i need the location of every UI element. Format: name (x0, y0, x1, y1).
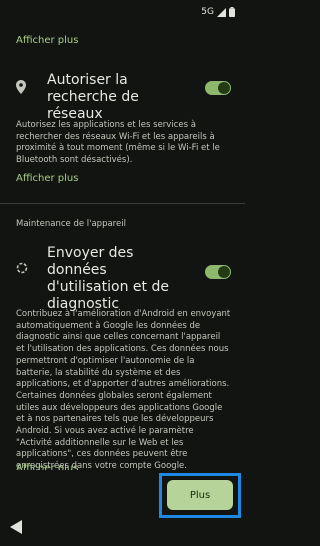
back-nav-icon[interactable] (10, 520, 22, 534)
show-more-link[interactable]: Afficher plus (16, 173, 78, 184)
network-type-label: 5G (201, 7, 214, 17)
network-scan-title: Autoriser la recherche de réseaux (47, 72, 139, 122)
status-icons: 5G (201, 7, 235, 17)
show-more-link[interactable]: Afficher plus (16, 35, 78, 46)
battery-icon (229, 7, 235, 17)
more-button[interactable]: Plus (167, 480, 233, 510)
network-scan-toggle[interactable] (205, 81, 231, 95)
location-pin-icon (16, 80, 26, 94)
signal-icon (217, 7, 226, 17)
network-scan-description: Autorisez les applications et les servic… (16, 120, 220, 166)
diagnostics-title: Envoyer des données d'utilisation et de … (47, 245, 169, 312)
status-bar: 5G (0, 0, 245, 24)
network-scan-row[interactable]: Autoriser la recherche de réseaux (0, 70, 245, 122)
progress-ring-icon (16, 262, 28, 274)
section-divider (0, 203, 245, 204)
diagnostics-description: Contribuez à l'amélioration d'Android en… (16, 309, 231, 472)
maintenance-section-title: Maintenance de l'appareil (16, 219, 126, 229)
diagnostics-row[interactable]: Envoyer des données d'utilisation et de … (0, 245, 245, 312)
toggle-thumb (218, 266, 230, 278)
diagnostics-toggle[interactable] (205, 265, 231, 279)
toggle-thumb (218, 82, 230, 94)
